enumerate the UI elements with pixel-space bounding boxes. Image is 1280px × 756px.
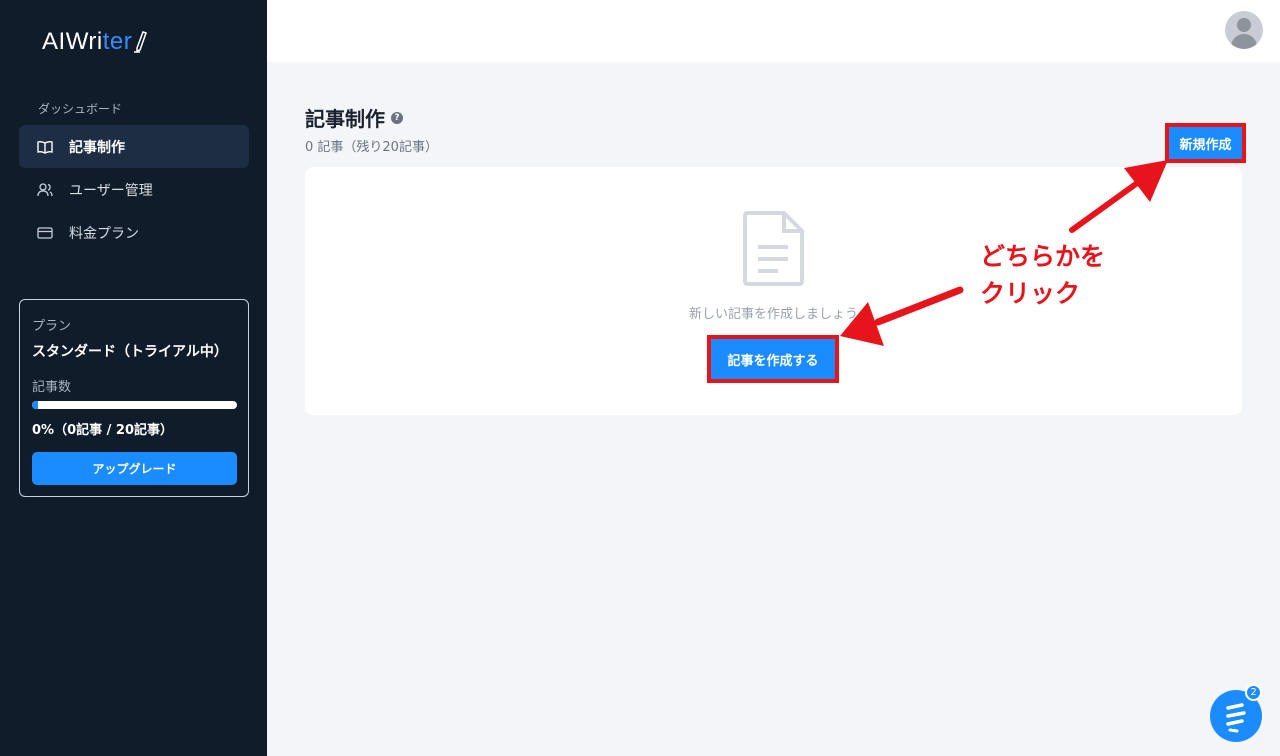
arrow-to-new-button [1069,160,1168,233]
annotation-arrows [840,160,1168,346]
click-annotation: どちらかを クリック [980,238,1105,312]
annotation-line-2: クリック [980,279,1081,308]
arrow-to-create-button [840,286,964,346]
chat-notification-badge: 2 [1245,684,1262,701]
annotation-line-1: どちらかを [980,242,1106,271]
